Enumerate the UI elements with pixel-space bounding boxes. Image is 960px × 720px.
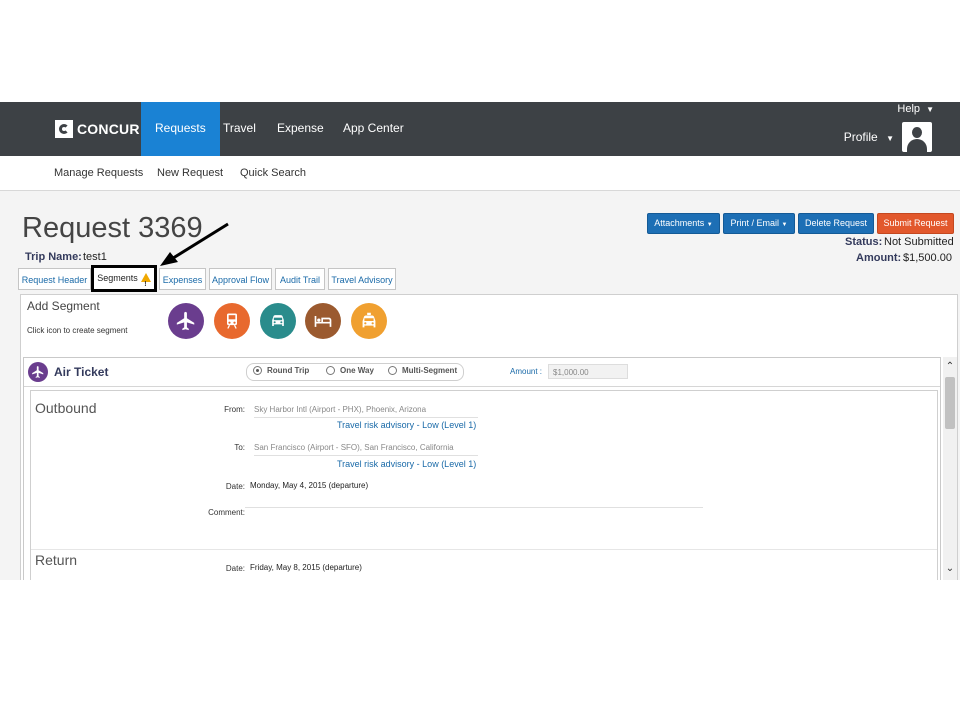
section-divider: [31, 549, 937, 550]
nav-app-center[interactable]: App Center: [329, 102, 418, 156]
airplane-icon: [28, 362, 48, 382]
comment-field[interactable]: [245, 507, 703, 538]
subnav-quick-search[interactable]: Quick Search: [240, 167, 306, 179]
add-segment-title: Add Segment: [27, 299, 100, 313]
from-travel-advisory-link[interactable]: Travel risk advisory - Low (Level 1): [337, 420, 476, 430]
air-ticket-details: Outbound From: Sky Harbor Intl (Airport …: [30, 390, 938, 580]
hotel-bed-icon[interactable]: [305, 303, 341, 339]
concur-logo-icon: [55, 120, 73, 138]
delete-request-button[interactable]: Delete Request: [798, 213, 874, 234]
concur-logo[interactable]: CONCUR: [55, 118, 140, 140]
annotation-arrow-icon: [160, 222, 229, 266]
status-value: Not Submitted: [884, 236, 954, 248]
warning-icon: [140, 273, 151, 295]
logo-text: CONCUR: [77, 121, 140, 137]
trip-name-value: test1: [83, 251, 107, 263]
radio-multi-segment[interactable]: Multi-Segment: [388, 366, 457, 375]
caret-down-icon: ▼: [781, 222, 788, 228]
comment-label: Comment:: [208, 508, 245, 517]
segments-panel: Add Segment Click icon to create segment…: [20, 294, 958, 580]
attachments-label: Attachments: [654, 218, 705, 228]
nav-expense[interactable]: Expense: [263, 102, 338, 156]
tab-segments-label: Segments: [97, 273, 138, 283]
submit-request-button[interactable]: Submit Request: [877, 213, 954, 234]
chevron-down-icon[interactable]: ⌄: [944, 563, 956, 575]
tab-travel-advisory[interactable]: Travel Advisory: [328, 268, 396, 290]
subnav-new-request[interactable]: New Request: [157, 167, 223, 179]
user-avatar-icon[interactable]: [902, 122, 932, 152]
tab-segments[interactable]: Segments: [91, 265, 157, 295]
segment-amount-label: Amount :: [510, 367, 543, 376]
air-ticket-segment: Air Ticket Round Trip One Way Multi-Segm…: [23, 357, 941, 580]
caret-down-icon: ▼: [706, 222, 713, 228]
concur-app: CONCUR Requests Travel Expense App Cente…: [0, 102, 960, 580]
radio-unselected-icon: [326, 366, 335, 375]
car-icon[interactable]: [260, 303, 296, 339]
radio-round-trip[interactable]: Round Trip: [253, 366, 309, 375]
tab-expenses[interactable]: Expenses: [159, 268, 206, 290]
return-date-label: Date:: [225, 564, 245, 573]
radio-round-trip-label: Round Trip: [267, 366, 310, 375]
attachments-button[interactable]: Attachments ▼: [647, 213, 720, 234]
amount-value: $1,500.00: [903, 252, 952, 264]
top-nav-bar: CONCUR Requests Travel Expense App Cente…: [0, 102, 960, 156]
from-label: From:: [224, 405, 245, 414]
radio-multi-segment-label: Multi-Segment: [402, 366, 458, 375]
train-icon[interactable]: [214, 303, 250, 339]
return-title: Return: [35, 552, 78, 568]
sub-nav-bar: Manage Requests New Request Quick Search: [0, 156, 960, 191]
amount-label: Amount:: [856, 252, 902, 264]
radio-selected-icon: [253, 366, 262, 375]
radio-one-way-label: One Way: [340, 366, 374, 375]
taxi-icon[interactable]: [351, 303, 387, 339]
date-label: Date:: [225, 482, 245, 491]
profile-label: Profile: [843, 130, 878, 144]
trip-name-label: Trip Name:: [25, 251, 82, 263]
scrollbar-thumb[interactable]: [945, 377, 955, 429]
radio-one-way[interactable]: One Way: [326, 366, 374, 375]
vertical-scrollbar[interactable]: ⌃ ⌄: [943, 357, 957, 580]
return-date-value[interactable]: Friday, May 8, 2015 (departure): [250, 563, 362, 572]
tab-approval-flow[interactable]: Approval Flow: [209, 268, 272, 290]
help-label: Help: [897, 103, 921, 115]
subnav-manage-requests[interactable]: Manage Requests: [54, 167, 143, 179]
to-field[interactable]: San Francisco (Airport - SFO), San Franc…: [254, 443, 478, 456]
chevron-down-icon: ▼: [926, 105, 934, 114]
segment-amount-input[interactable]: $1,000.00: [548, 364, 628, 379]
airplane-icon[interactable]: [168, 303, 204, 339]
print-email-label: Print / Email: [730, 218, 780, 228]
to-travel-advisory-link[interactable]: Travel risk advisory - Low (Level 1): [337, 459, 476, 469]
chevron-up-icon[interactable]: ⌃: [944, 361, 956, 373]
trip-type-radio-group: Round Trip One Way Multi-Segment: [246, 363, 464, 381]
from-field[interactable]: Sky Harbor Intl (Airport - PHX), Phoenix…: [254, 405, 478, 418]
air-ticket-title: Air Ticket: [54, 365, 109, 379]
tab-request-header[interactable]: Request Header: [18, 268, 91, 290]
nav-requests[interactable]: Requests: [141, 102, 220, 156]
print-email-button[interactable]: Print / Email ▼: [723, 213, 795, 234]
outbound-date-value[interactable]: Monday, May 4, 2015 (departure): [250, 481, 368, 490]
tab-audit-trail[interactable]: Audit Trail: [275, 268, 325, 290]
help-menu[interactable]: Help ▼: [897, 102, 934, 118]
radio-unselected-icon: [388, 366, 397, 375]
chevron-down-icon: ▼: [886, 134, 894, 143]
nav-travel[interactable]: Travel: [209, 102, 270, 156]
profile-menu[interactable]: Profile ▼: [844, 130, 894, 144]
status-label: Status:: [845, 236, 883, 248]
air-ticket-header: Air Ticket Round Trip One Way Multi-Segm…: [24, 358, 940, 387]
add-segment-subtitle: Click icon to create segment: [27, 326, 128, 335]
to-label: To:: [234, 443, 245, 452]
outbound-title: Outbound: [35, 400, 97, 416]
